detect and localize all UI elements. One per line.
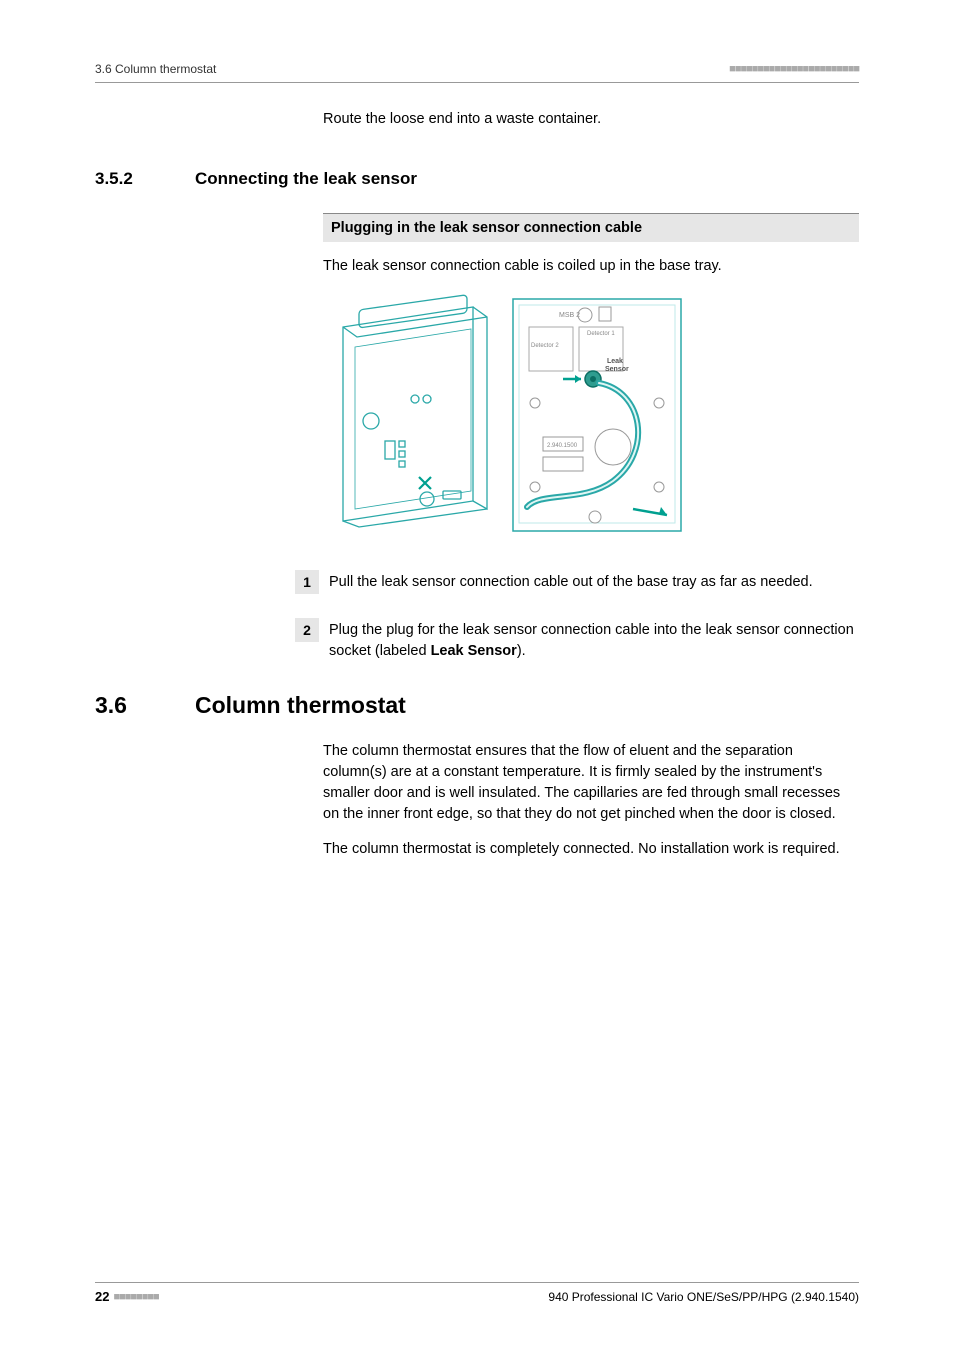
instrument-diagram: MSB 2 Detector 2 Detector 1 Leak Sensor [323, 291, 859, 542]
section-number: 3.6 [95, 692, 195, 719]
footer-product: 940 Professional IC Vario ONE/SeS/PP/HPG… [548, 1290, 859, 1304]
header-dots: ■■■■■■■■■■■■■■■■■■■■■■■ [729, 63, 859, 75]
footer-dots: ■■■■■■■■ [113, 1291, 158, 1303]
step-text: Pull the leak sensor connection cable ou… [329, 570, 813, 593]
step-text-post: ). [517, 643, 526, 659]
step-number: 2 [295, 618, 319, 642]
procedure-title: Plugging in the leak sensor connection c… [323, 213, 859, 242]
section-heading: 3.6 Column thermostat [95, 692, 859, 719]
step-text: Plug the plug for the leak sensor connec… [329, 618, 859, 662]
paragraph-1: The column thermostat ensures that the f… [323, 741, 859, 825]
leak-sensor-bold: Leak Sensor [431, 643, 517, 659]
msb2-label: MSB 2 [559, 312, 580, 319]
header-rule [95, 82, 859, 83]
subsection-title: Connecting the leak sensor [195, 169, 417, 189]
section-title: Column thermostat [195, 692, 406, 719]
detector1-label: Detector 1 [587, 331, 615, 337]
step-2: 2 Plug the plug for the leak sensor conn… [295, 618, 859, 662]
step-text-pre: Plug the plug for the leak sensor connec… [329, 622, 854, 659]
procedure-intro: The leak sensor connection cable is coil… [323, 256, 859, 277]
intro-text: Route the loose end into a waste contain… [323, 109, 859, 129]
header-section-ref: 3.6 Column thermostat [95, 62, 216, 76]
subsection-number: 3.5.2 [95, 169, 195, 189]
model-label: 2.940.1500 [547, 443, 578, 449]
page-number: 22 [95, 1289, 109, 1304]
leak-sensor-label-line1: Leak [607, 358, 623, 365]
page-footer: 22 ■■■■■■■■ 940 Professional IC Vario ON… [95, 1282, 859, 1304]
step-1: 1 Pull the leak sensor connection cable … [295, 570, 859, 594]
step-number: 1 [295, 570, 319, 594]
detector2-label: Detector 2 [531, 343, 559, 349]
page-header: 3.6 Column thermostat ■■■■■■■■■■■■■■■■■■… [95, 62, 859, 82]
leak-sensor-label-line2: Sensor [605, 366, 629, 373]
subsection-heading: 3.5.2 Connecting the leak sensor [95, 169, 859, 189]
paragraph-2: The column thermostat is completely conn… [323, 839, 859, 860]
